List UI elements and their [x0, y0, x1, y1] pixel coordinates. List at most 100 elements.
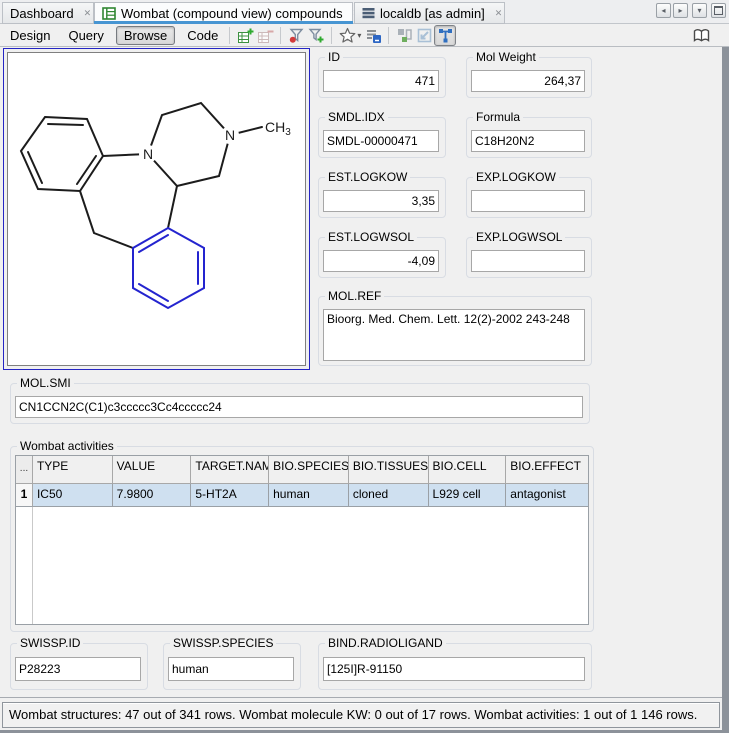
column-header-type[interactable]: TYPE	[32, 456, 113, 484]
table-row[interactable]: 1 IC50 7.9800 5-HT2A human cloned L929 c…	[16, 484, 588, 507]
field-label: EXP.LOGKOW	[473, 170, 559, 184]
structure-field[interactable]: N N CH3	[3, 48, 310, 370]
field-label: MOL.SMI	[17, 376, 74, 390]
cell-bio-tissuesource[interactable]: cloned	[348, 484, 429, 507]
nav-back-button[interactable]: ◂	[656, 3, 671, 18]
field-label: EST.LOGWSOL	[325, 230, 418, 244]
smdl-idx-field[interactable]	[323, 130, 439, 152]
nitrogen-atom-label: N	[225, 127, 235, 143]
book-icon[interactable]	[691, 26, 711, 45]
tab-localdb-label: localdb [as admin]	[380, 5, 485, 21]
cell-bio-species[interactable]: human	[269, 484, 349, 507]
mol-ref-field[interactable]: Bioorg. Med. Chem. Lett. 12(2)-2002 243-…	[323, 309, 585, 361]
window-buttons: ◂ ▸ ▾	[656, 3, 726, 18]
formula-field[interactable]	[471, 130, 585, 152]
toolbar-separator	[331, 26, 333, 44]
column-header-target-name[interactable]: TARGET.NAME	[191, 456, 270, 484]
tab-dashboard-close-icon[interactable]: ✕	[84, 8, 92, 18]
favorites-star-icon[interactable]	[337, 26, 357, 45]
code-button[interactable]: Code	[181, 27, 224, 44]
app-window: Dashboard ✕ Wombat (compound view) compo…	[0, 0, 729, 733]
star-dropdown-icon[interactable]: ▾	[357, 31, 361, 40]
toolbar: Design Query Browse Code ▾	[0, 24, 729, 47]
row-header-column-line	[32, 507, 33, 624]
field-label: ID	[325, 50, 343, 64]
field-label: SWISSP.ID	[17, 636, 84, 650]
molecule-canvas: N N CH3	[7, 52, 306, 366]
query-button[interactable]: Query	[62, 27, 109, 44]
window-right-edge	[722, 47, 729, 733]
field-group-formula: Formula	[466, 110, 592, 158]
mol-smi-field[interactable]	[15, 396, 583, 418]
methyl-group-label: CH3	[265, 119, 291, 138]
row-header[interactable]: 1	[16, 484, 33, 507]
tab-wombat-compound-view[interactable]: Wombat (compound view) compounds ✕	[94, 2, 360, 24]
tab-dashboard-label: Dashboard	[10, 5, 74, 21]
tab-localdb[interactable]: localdb [as admin] ✕	[354, 2, 505, 24]
column-header-bio-effect[interactable]: BIO.EFFECT	[506, 456, 588, 484]
nav-forward-button[interactable]: ▸	[673, 3, 688, 18]
table-green-icon	[102, 6, 116, 20]
mol-weight-field[interactable]	[471, 70, 585, 92]
add-filter-icon[interactable]	[306, 26, 326, 45]
cell-type[interactable]: IC50	[32, 484, 113, 507]
tab-bar: Dashboard ✕ Wombat (compound view) compo…	[0, 0, 729, 24]
swissp-id-field[interactable]	[15, 657, 141, 681]
swissp-species-field[interactable]	[168, 657, 294, 681]
maximize-icon	[714, 6, 723, 15]
field-group-est-logwsol: EST.LOGWSOL	[318, 230, 446, 278]
field-group-exp-logwsol: EXP.LOGWSOL	[466, 230, 592, 278]
field-label: MOL.REF	[325, 289, 385, 303]
table-header-row: ... TYPE VALUE TARGET.NAME BIO.SPECIES B…	[16, 456, 588, 484]
id-field[interactable]	[323, 70, 439, 92]
column-header-bio-species[interactable]: BIO.SPECIES	[269, 456, 349, 484]
exp-logkow-field[interactable]	[471, 190, 585, 212]
cell-target-name[interactable]: 5-HT2A	[191, 484, 270, 507]
tab-menu-button[interactable]: ▾	[692, 3, 707, 18]
maximize-button[interactable]	[711, 3, 726, 18]
form-view-toggle[interactable]	[434, 24, 457, 46]
design-button[interactable]: Design	[4, 27, 56, 44]
column-header-bio-tissuesource[interactable]: BIO.TISSUESOU	[348, 456, 429, 484]
field-label: SWISSP.SPECIES	[170, 636, 277, 650]
layout-grid-icon[interactable]	[394, 26, 414, 45]
est-logkow-field[interactable]	[323, 190, 439, 212]
exp-logwsol-field[interactable]	[471, 250, 585, 272]
field-group-est-logkow: EST.LOGKOW	[318, 170, 446, 218]
remove-record-icon[interactable]	[255, 26, 275, 45]
database-list-icon	[362, 7, 375, 19]
toolbar-separator	[229, 26, 231, 44]
wombat-activities-label: Wombat activities	[17, 439, 117, 453]
browse-button[interactable]: Browse	[115, 25, 176, 45]
tab-dashboard[interactable]: Dashboard ✕	[2, 2, 94, 24]
diagonal-arrow-icon[interactable]	[414, 26, 434, 45]
field-label: Formula	[473, 110, 524, 124]
field-label: EST.LOGKOW	[325, 170, 411, 184]
status-bar: Wombat structures: 47 out of 341 rows. W…	[2, 702, 720, 728]
field-group-mol-smi: MOL.SMI	[10, 376, 590, 424]
field-label: Mol Weight	[473, 50, 539, 64]
field-label: SMDL.IDX	[325, 110, 388, 124]
statusbar-divider	[0, 697, 722, 698]
cell-value[interactable]: 7.9800	[112, 484, 192, 507]
field-group-mol-weight: Mol Weight	[466, 50, 592, 98]
add-record-icon[interactable]	[235, 26, 255, 45]
filter-icon[interactable]	[286, 26, 306, 45]
tab-localdb-close-icon[interactable]: ✕	[495, 8, 503, 18]
field-group-exp-logkow: EXP.LOGKOW	[466, 170, 592, 218]
field-group-mol-ref: MOL.REF Bioorg. Med. Chem. Lett. 12(2)-2…	[318, 289, 592, 366]
activities-table: ... TYPE VALUE TARGET.NAME BIO.SPECIES B…	[15, 455, 589, 625]
cell-bio-effect[interactable]: antagonist	[506, 484, 588, 507]
cell-bio-cell[interactable]: L929 cell	[428, 484, 507, 507]
nitrogen-atom-label: N	[143, 146, 153, 162]
status-text: Wombat structures: 47 out of 341 rows. W…	[9, 707, 698, 722]
saved-views-icon[interactable]	[363, 26, 383, 45]
bind-radioligand-field[interactable]	[323, 657, 585, 681]
field-group-swissp-id: SWISSP.ID	[10, 636, 148, 690]
est-logwsol-field[interactable]	[323, 250, 439, 272]
column-header-value[interactable]: VALUE	[112, 456, 192, 484]
table-corner-button[interactable]: ...	[16, 456, 33, 484]
toolbar-separator	[280, 26, 282, 44]
column-header-bio-cell[interactable]: BIO.CELL	[428, 456, 507, 484]
field-group-bind-radioligand: BIND.RADIOLIGAND	[318, 636, 592, 690]
